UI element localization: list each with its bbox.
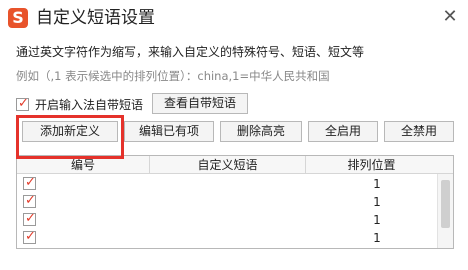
close-icon[interactable]: ✕ xyxy=(438,6,462,30)
highlight-annotation xyxy=(16,115,124,159)
example-text: 例如（,1 表示候选中的排列位置）：china,1=中华人民共和国 xyxy=(16,69,330,83)
column-header-position[interactable]: 排列位置 xyxy=(305,156,437,174)
enable-builtin-checkbox[interactable]: ✓ xyxy=(16,95,29,111)
logo-letter: S xyxy=(12,8,24,27)
check-icon: ✓ xyxy=(18,95,29,111)
row-checkbox[interactable]: ✓ xyxy=(23,229,36,244)
row-checkbox[interactable]: ✓ xyxy=(23,211,36,226)
enable-all-button[interactable]: 全启用 xyxy=(308,121,378,142)
table-row[interactable]: ✓ 1 xyxy=(17,229,437,247)
table-scrollbar[interactable] xyxy=(437,174,453,248)
sogou-logo: S xyxy=(8,8,28,28)
edit-existing-button[interactable]: 编辑已有项 xyxy=(124,121,214,142)
row-checkbox[interactable]: ✓ xyxy=(23,193,36,208)
table-row[interactable]: ✓ 1 xyxy=(17,175,437,193)
custom-phrase-dialog: S 自定义短语设置 ✕ 通过英文字符作为缩写，来输入自定义的特殊符号、短语、短文… xyxy=(0,0,468,270)
scrollbar-thumb[interactable] xyxy=(441,180,450,228)
row-checkbox[interactable]: ✓ xyxy=(23,175,36,190)
title-bar: S 自定义短语设置 ✕ xyxy=(0,0,468,38)
delete-highlighted-button[interactable]: 删除高亮 xyxy=(220,121,302,142)
table-row[interactable]: ✓ 1 xyxy=(17,193,437,211)
description-text: 通过英文字符作为缩写，来输入自定义的特殊符号、短语、短文等 xyxy=(16,45,365,59)
check-icon: ✓ xyxy=(25,229,36,244)
row-position: 1 xyxy=(373,177,381,191)
enable-builtin-label: 开启输入法自带短语 xyxy=(35,97,144,112)
check-icon: ✓ xyxy=(25,175,36,190)
row-position: 1 xyxy=(373,213,381,227)
table-row[interactable]: ✓ 1 xyxy=(17,211,437,229)
view-builtin-button[interactable]: 查看自带短语 xyxy=(152,93,248,114)
row-position: 1 xyxy=(373,231,381,245)
column-header-phrase[interactable]: 自定义短语 xyxy=(149,156,305,174)
check-icon: ✓ xyxy=(25,211,36,226)
enable-builtin-row: ✓ 开启输入法自带短语 xyxy=(16,96,143,112)
row-position: 1 xyxy=(373,195,381,209)
dialog-title: 自定义短语设置 xyxy=(36,8,155,28)
check-icon: ✓ xyxy=(25,193,36,208)
disable-all-button[interactable]: 全禁用 xyxy=(384,121,454,142)
phrase-table: 编号 自定义短语 排列位置 ✓ 1 ✓ 1 ✓ 1 ✓ 1 xyxy=(16,155,454,249)
